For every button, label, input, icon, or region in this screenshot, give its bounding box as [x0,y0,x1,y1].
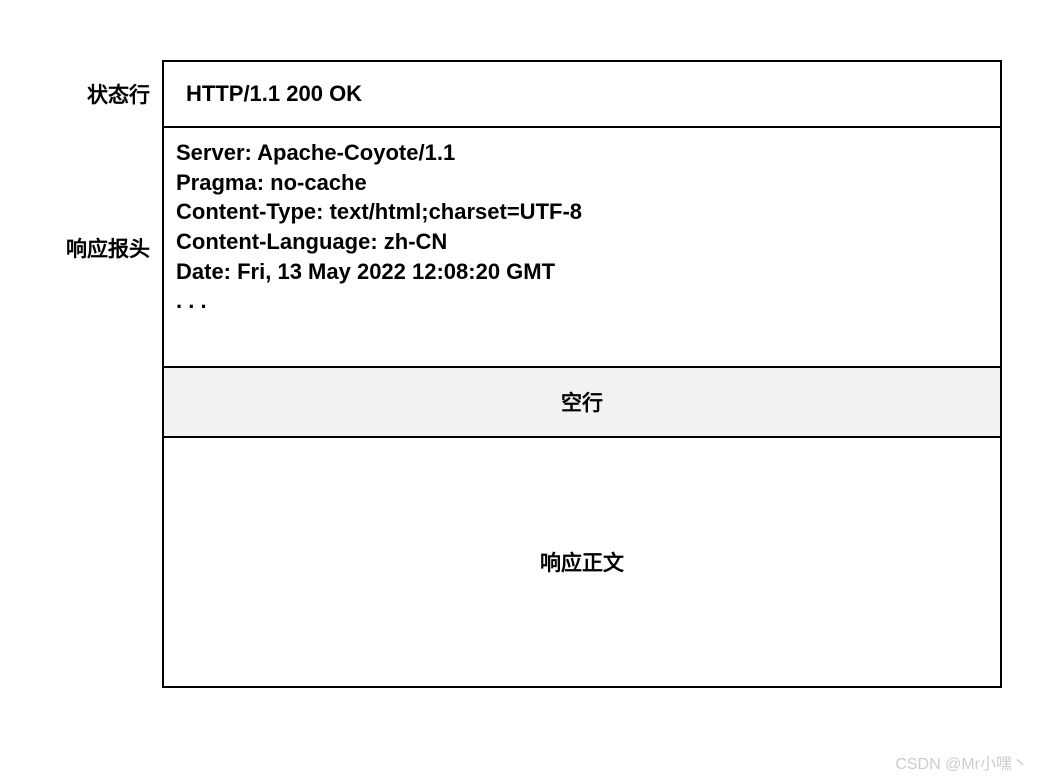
response-headers-box: Server: Apache-Coyote/1.1 Pragma: no-cac… [162,128,1002,368]
status-line-label: 状态行 [42,60,162,128]
response-body-box: 响应正文 [162,438,1002,688]
response-headers-label: 响应报头 [42,128,162,368]
header-line: . . . [176,286,984,316]
status-line-text: HTTP/1.1 200 OK [186,81,362,107]
status-line-row: 状态行 HTTP/1.1 200 OK [42,60,1002,128]
response-body-text: 响应正文 [540,547,624,577]
header-line: Date: Fri, 13 May 2022 12:08:20 GMT [176,257,984,287]
empty-line-row: 空行 [42,368,1002,438]
empty-line-box: 空行 [162,368,1002,438]
header-line: Pragma: no-cache [176,168,984,198]
header-line: Server: Apache-Coyote/1.1 [176,138,984,168]
header-line: Content-Type: text/html;charset=UTF-8 [176,197,984,227]
response-body-row: 响应正文 [42,438,1002,688]
status-line-box: HTTP/1.1 200 OK [162,60,1002,128]
http-response-diagram: 状态行 HTTP/1.1 200 OK 响应报头 Server: Apache-… [42,60,1002,688]
response-headers-row: 响应报头 Server: Apache-Coyote/1.1 Pragma: n… [42,128,1002,368]
header-line: Content-Language: zh-CN [176,227,984,257]
watermark: CSDN @Mr小嘿丶 [895,750,1028,774]
empty-line-text: 空行 [561,387,603,417]
